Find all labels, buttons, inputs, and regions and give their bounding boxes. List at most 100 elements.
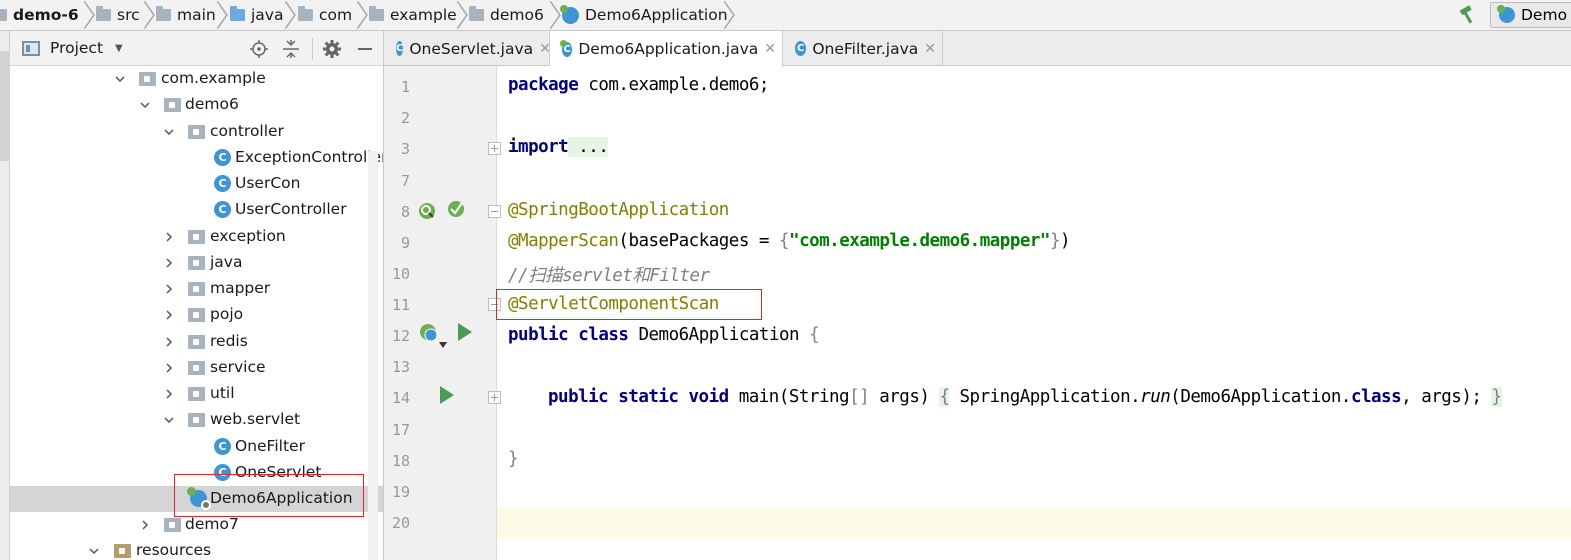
- package-icon: [164, 98, 181, 112]
- breadcrumb-java[interactable]: java: [230, 0, 283, 30]
- code-line-3[interactable]: import ...: [508, 137, 609, 157]
- breadcrumb-demo6[interactable]: demo6: [469, 0, 544, 30]
- code-line-10[interactable]: //扫描servlet和Filter: [508, 262, 710, 287]
- collapsed-arrow-icon[interactable]: [163, 257, 175, 269]
- code-line-12[interactable]: public class Demo6Application {: [508, 325, 820, 345]
- chevron-right-icon: [723, 0, 735, 30]
- tree-item-util[interactable]: util: [10, 381, 383, 407]
- keyword: public class: [508, 325, 629, 345]
- chevron-right-icon: [83, 0, 95, 30]
- tree-item-com-example[interactable]: com.example: [10, 66, 383, 92]
- resources-folder-icon: [114, 544, 131, 558]
- tree-item-exception[interactable]: exception: [10, 224, 383, 250]
- tree-item-demo6[interactable]: demo6: [10, 92, 383, 118]
- keyword: public static void: [548, 387, 729, 407]
- collapsed-arrow-icon[interactable]: [163, 336, 175, 348]
- toolbar-divider: [312, 38, 313, 60]
- spring-bean-search-icon[interactable]: [417, 201, 437, 221]
- spring-context-icon[interactable]: [418, 322, 438, 342]
- class-icon: C: [214, 149, 231, 166]
- folder-icon: [96, 6, 111, 21]
- gear-icon[interactable]: [322, 39, 342, 59]
- line-number: 8: [400, 203, 410, 221]
- code-text: ): [1060, 231, 1071, 251]
- package-icon: [369, 6, 384, 21]
- class-icon: C: [795, 41, 807, 56]
- run-icon[interactable]: [440, 386, 454, 404]
- expanded-arrow-icon[interactable]: [139, 99, 151, 111]
- code-line-18[interactable]: }: [508, 449, 519, 469]
- locate-target-icon[interactable]: [249, 39, 269, 59]
- code-line-9[interactable]: @MapperScan(basePackages = {"com.example…: [508, 231, 1071, 251]
- collapsed-arrow-icon[interactable]: [163, 388, 175, 400]
- run-configuration-selector[interactable]: Demo: [1490, 2, 1571, 28]
- breadcrumb-com[interactable]: com: [298, 0, 352, 30]
- tree-item-web-servlet[interactable]: web.servlet: [10, 407, 383, 433]
- code-text: (Demo6Application.: [1170, 387, 1351, 407]
- line-number: 9: [400, 234, 410, 252]
- code-line-8[interactable]: @SpringBootApplication: [508, 200, 729, 220]
- package-icon: [188, 335, 205, 349]
- fold-expand-icon[interactable]: [488, 142, 501, 155]
- tree-item-usercon[interactable]: C UserCon: [10, 171, 383, 197]
- breadcrumb-main[interactable]: main: [156, 0, 216, 30]
- tree-item-usercontroller[interactable]: C UserController: [10, 197, 383, 223]
- tab-onefilter[interactable]: C OneFilter.java ✕: [783, 31, 943, 66]
- project-icon: [22, 40, 40, 56]
- collapsed-arrow-icon[interactable]: [163, 283, 175, 295]
- tree-item-onefilter[interactable]: C OneFilter: [10, 434, 383, 460]
- project-view-selector[interactable]: Project ▼: [22, 39, 123, 57]
- folder-icon: [156, 6, 171, 21]
- method-call: run: [1140, 387, 1171, 407]
- code-text: (basePackages =: [618, 231, 779, 251]
- brace: }: [1491, 387, 1502, 407]
- navigation-bar: demo-6 src main java com example demo6 D…: [0, 0, 1571, 31]
- breadcrumb-demo6application[interactable]: Demo6Application: [560, 0, 728, 30]
- tree-item-pojo[interactable]: pojo: [10, 302, 383, 328]
- fold-collapse-icon[interactable]: [488, 205, 501, 218]
- package-icon: [188, 361, 205, 375]
- scrollbar-track[interactable]: [368, 151, 378, 560]
- close-icon[interactable]: ✕: [764, 41, 776, 57]
- fold-expand-icon[interactable]: [488, 391, 501, 404]
- collapsed-arrow-icon[interactable]: [163, 309, 175, 321]
- collapsed-arrow-icon[interactable]: [163, 231, 175, 243]
- build-hammer-icon[interactable]: [1457, 5, 1479, 25]
- expanded-arrow-icon[interactable]: [163, 126, 175, 138]
- collapsed-arrow-icon[interactable]: [163, 362, 175, 374]
- chevron-right-icon: [143, 0, 155, 30]
- tree-item-exceptioncontroller[interactable]: C ExceptionController: [10, 145, 383, 171]
- breadcrumb-example[interactable]: example: [369, 0, 457, 30]
- tree-item-resources[interactable]: resources: [10, 538, 383, 560]
- line-number: 17: [391, 421, 410, 439]
- line-number: 2: [400, 109, 410, 127]
- tree-item-java[interactable]: java: [10, 250, 383, 276]
- tree-item-controller[interactable]: controller: [10, 119, 383, 145]
- run-icon[interactable]: [458, 323, 472, 341]
- tree-item-service[interactable]: service: [10, 355, 383, 381]
- tree-item-redis[interactable]: redis: [10, 329, 383, 355]
- folder-icon: [0, 9, 7, 21]
- collapsed-arrow-icon[interactable]: [139, 519, 151, 531]
- code-line-1[interactable]: package com.example.demo6;: [508, 75, 769, 95]
- code-line-14[interactable]: public static void main(String[] args) {…: [548, 387, 1502, 407]
- expanded-arrow-icon[interactable]: [114, 73, 126, 85]
- collapse-all-icon[interactable]: [281, 39, 301, 59]
- tab-demo6application[interactable]: C Demo6Application.java ✕: [550, 31, 783, 67]
- expanded-arrow-icon[interactable]: [88, 545, 100, 557]
- breadcrumb-project[interactable]: demo-6: [0, 0, 79, 30]
- class-icon: C: [214, 438, 231, 455]
- dropdown-arrow-icon[interactable]: [439, 342, 447, 348]
- expanded-arrow-icon[interactable]: [163, 414, 175, 426]
- hide-panel-icon[interactable]: [355, 39, 375, 59]
- line-number: 13: [391, 358, 410, 376]
- breadcrumb-src[interactable]: src: [96, 0, 140, 30]
- spring-boot-class-icon: C: [560, 39, 573, 57]
- spring-boot-icon[interactable]: [446, 198, 466, 218]
- project-tool-window: Project ▼ com.example demo6 controller C…: [10, 31, 384, 560]
- tab-oneservlet[interactable]: C OneServlet.java ✕: [384, 31, 551, 66]
- close-icon[interactable]: ✕: [924, 41, 936, 57]
- folded-imports[interactable]: ...: [568, 137, 609, 157]
- tree-item-mapper[interactable]: mapper: [10, 276, 383, 302]
- code-text: com.example.demo6;: [578, 75, 769, 95]
